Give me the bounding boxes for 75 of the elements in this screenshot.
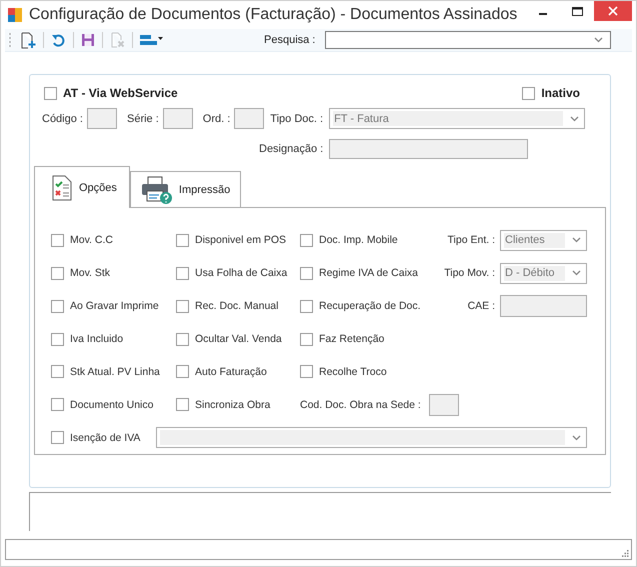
checkbox[interactable] (44, 86, 57, 100)
checkbox-label: Stk Atual. PV Linha (70, 366, 160, 378)
field-label: Código : (42, 112, 83, 124)
checkbox-label: Iva Incluido (70, 333, 124, 345)
input-field[interactable] (329, 139, 528, 159)
checkbox[interactable] (176, 300, 189, 313)
checkbox[interactable] (51, 365, 64, 378)
checkbox-label: Ao Gravar Imprime (70, 300, 159, 312)
checkbox[interactable] (51, 300, 64, 313)
checkbox-label: Documento Unico (70, 398, 154, 411)
input-field[interactable] (500, 295, 587, 318)
checkbox-label: Inativo (541, 86, 580, 100)
field-label: CAE : (468, 300, 495, 312)
checkbox-label: Faz Retenção (319, 333, 384, 345)
checkbox[interactable] (300, 266, 313, 280)
checkbox[interactable] (176, 266, 189, 280)
checkbox[interactable] (51, 431, 64, 444)
input-field[interactable] (162, 108, 193, 129)
checkbox-label: Usa Folha de Caixa (195, 267, 288, 280)
checkbox-label: Isenção de IVA (70, 432, 140, 444)
checkbox-label: Recuperação de Doc. (319, 300, 421, 312)
dropdown[interactable]: Clientes (500, 230, 587, 251)
field-label: Tipo Ent. : (448, 234, 495, 246)
checkbox-label: Sincroniza Obra (195, 398, 270, 411)
resize-grip-icon[interactable] (622, 550, 629, 557)
app-icon (7, 7, 23, 23)
close-button[interactable] (594, 1, 632, 21)
checkbox[interactable] (300, 300, 313, 313)
checkbox[interactable] (300, 234, 313, 247)
checkbox[interactable] (300, 332, 313, 346)
checkbox[interactable] (51, 332, 64, 346)
checkbox[interactable] (51, 234, 64, 247)
checkbox[interactable] (51, 398, 64, 412)
layout-dropdown-icon[interactable] (140, 33, 164, 47)
field-label: Tipo Doc. : (270, 112, 324, 124)
field-label: Ord. : (202, 112, 230, 124)
checkbox-label: Doc. Imp. Mobile (319, 234, 398, 246)
search-label: Pesquisa : (264, 34, 316, 46)
tab[interactable]: Opções (34, 166, 130, 208)
checkbox[interactable] (176, 398, 189, 412)
field-label: Designação : (259, 143, 324, 155)
close-icon[interactable] (608, 6, 618, 16)
save-icon[interactable] (81, 33, 95, 47)
checkbox-label: Auto Faturação (195, 366, 267, 378)
field-label: Cod. Doc. Obra na Sede : (300, 398, 421, 411)
maximize-icon[interactable] (572, 6, 582, 16)
checkbox[interactable] (51, 266, 64, 280)
input-field[interactable] (428, 394, 459, 416)
input-field[interactable] (86, 108, 117, 129)
checkbox-label: Mov. C.C (70, 234, 113, 246)
tab[interactable]: Impressão (130, 171, 242, 207)
checkbox[interactable] (176, 234, 189, 247)
window-title: Configuração de Documentos (Facturação) - Documentos Assinados (29, 6, 518, 24)
field-label: Série : (126, 112, 159, 124)
checkbox-label: Disponivel em POS (195, 234, 286, 246)
printer-help-icon (140, 176, 173, 204)
checklist-document-icon (51, 174, 73, 200)
checkbox-label: AT - Via WebService (63, 86, 178, 100)
checkbox-label: Recolhe Troco (319, 366, 387, 378)
dropdown[interactable]: D - Débito (500, 262, 587, 284)
field-label: Tipo Mov. : (444, 267, 495, 280)
checkbox[interactable] (176, 332, 189, 346)
new-document-icon[interactable] (20, 32, 36, 48)
checkbox[interactable] (176, 365, 189, 378)
checkbox-label: Mov. Stk (70, 267, 110, 280)
checkbox[interactable] (300, 365, 313, 378)
search-field[interactable] (325, 31, 612, 49)
checkbox[interactable] (522, 86, 536, 100)
dropdown[interactable]: FT - Fatura (329, 108, 586, 129)
checkbox-label: Ocultar Val. Venda (195, 333, 282, 345)
dropdown[interactable] (156, 427, 587, 448)
input-field[interactable] (234, 108, 264, 129)
refresh-icon[interactable] (51, 32, 66, 48)
checkbox-label: Rec. Doc. Manual (195, 300, 278, 312)
checkbox-label: Regime IVA de Caixa (319, 267, 418, 280)
